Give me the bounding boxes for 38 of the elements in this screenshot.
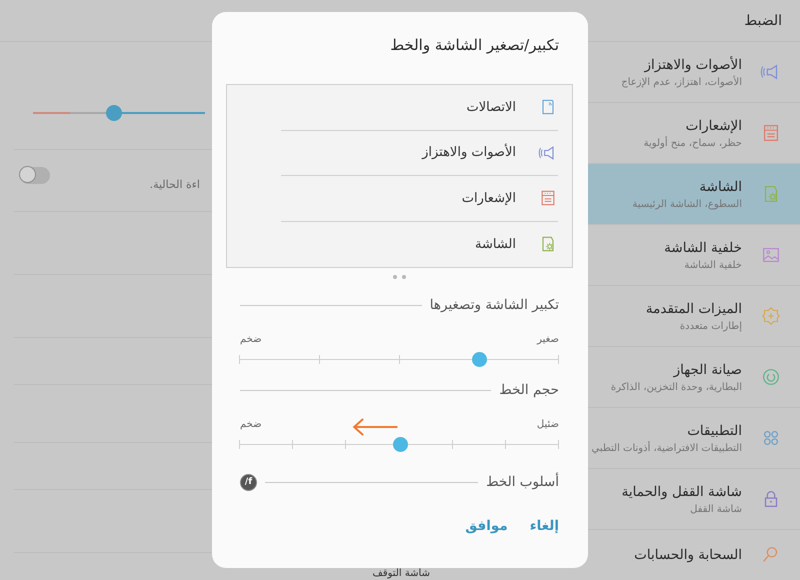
item-title: الميزات المتقدمة xyxy=(646,300,742,316)
step-slider[interactable] xyxy=(240,436,559,452)
max-label: ضخم xyxy=(240,334,262,345)
toggle-switch[interactable] xyxy=(20,167,50,184)
preview-label: الشاشة xyxy=(475,236,516,252)
slider-thumb[interactable] xyxy=(392,436,408,452)
setting-title[interactable]: شاشة التوقف xyxy=(372,568,430,580)
item-subtitle: الأصوات، اهتزاز، عدم الإزعاج xyxy=(621,76,742,88)
circle-icon xyxy=(760,366,782,388)
item-subtitle: إطارات متعددة xyxy=(678,320,742,332)
item-title: الإشعارات xyxy=(684,118,742,134)
setting-description: اءة الحالية. xyxy=(150,178,200,191)
item-title: الشاشة xyxy=(698,178,742,194)
item-subtitle: التطبيقات الافتراضية، أذونات التطبي xyxy=(591,442,742,454)
item-subtitle: حظر، سماح، منح أولوية xyxy=(644,138,742,148)
item-title: خلفية الشاشة xyxy=(664,240,742,256)
slider-thumb[interactable] xyxy=(472,352,488,366)
section-title: أسلوب الخط xyxy=(486,474,559,490)
font-style-button[interactable]: f/ xyxy=(240,474,257,490)
item-title: الأصوات والاهتزاز xyxy=(643,56,742,72)
item-subtitle: السطوع، الشاشة الرئيسية xyxy=(632,198,742,210)
item-subtitle: خلفية الشاشة xyxy=(683,260,742,270)
preview-label: الإشعارات xyxy=(462,190,516,206)
step-slider[interactable] xyxy=(240,352,559,366)
gear-plus-icon xyxy=(760,305,782,327)
item-subtitle: شاشة القفل xyxy=(689,504,742,514)
item-title: السحابة والحسابات xyxy=(634,547,742,563)
min-label: صغير xyxy=(537,334,559,345)
slider-thumb[interactable] xyxy=(106,104,122,120)
min-label: ضئيل xyxy=(536,419,559,430)
page-dots-icon xyxy=(393,275,406,279)
item-title: شاشة القفل والحماية xyxy=(622,484,742,500)
item-title: التطبيقات xyxy=(686,422,742,438)
item-subtitle: البطارية، وحدة التخزين، الذاكرة xyxy=(610,382,742,392)
max-label: ضخم xyxy=(240,419,262,430)
section-title: حجم الخط xyxy=(499,382,559,398)
item-title: صيانة الجهاز xyxy=(672,362,742,378)
page-title: الضبط xyxy=(744,12,782,28)
